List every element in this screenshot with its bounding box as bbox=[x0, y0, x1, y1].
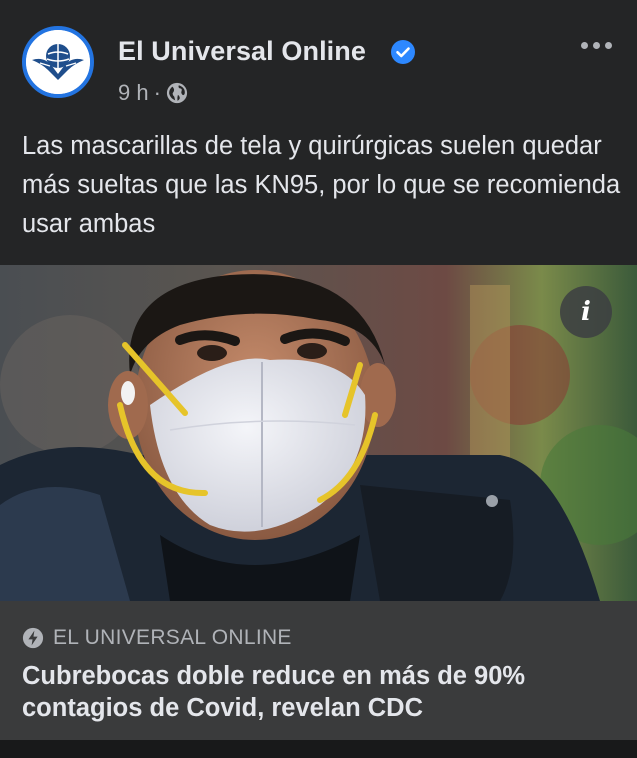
more-dot bbox=[580, 41, 588, 49]
post-timestamp[interactable]: 9 h bbox=[118, 80, 149, 106]
more-options-button[interactable] bbox=[576, 30, 616, 60]
more-dot bbox=[604, 41, 612, 49]
verified-badge-icon bbox=[391, 40, 415, 64]
feed-divider bbox=[0, 740, 637, 758]
page-name[interactable]: El Universal Online bbox=[118, 36, 366, 67]
post-meta: 9 h · bbox=[118, 80, 188, 106]
instant-article-bolt-icon bbox=[22, 627, 44, 649]
info-button[interactable]: i bbox=[560, 286, 612, 338]
post-message: Las mascarillas de tela y quirúrgicas su… bbox=[22, 132, 621, 238]
page-avatar[interactable] bbox=[22, 26, 94, 98]
meta-separator: · bbox=[153, 80, 161, 105]
more-dot bbox=[592, 41, 600, 49]
el-universal-logo-icon bbox=[26, 30, 90, 94]
link-preview-image[interactable] bbox=[0, 265, 637, 601]
man-wearing-kn95-mask-photo bbox=[0, 265, 637, 601]
globe-icon[interactable] bbox=[166, 82, 188, 104]
feed-post: El Universal Online 9 h · Las mascarilla… bbox=[0, 0, 637, 740]
link-source-label: EL UNIVERSAL ONLINE bbox=[53, 626, 292, 649]
link-source: EL UNIVERSAL ONLINE bbox=[22, 626, 292, 650]
link-headline[interactable]: Cubrebocas doble reduce en más de 90% co… bbox=[22, 660, 622, 724]
